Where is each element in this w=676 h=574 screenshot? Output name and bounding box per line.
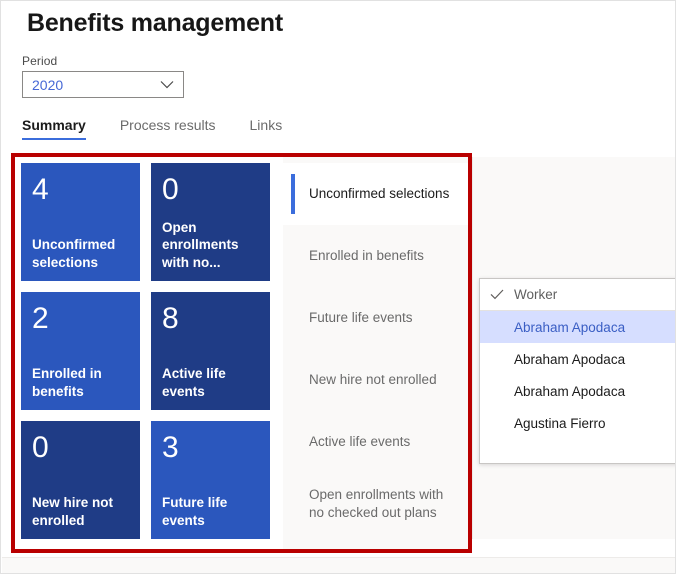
tile-label: Active life events xyxy=(162,365,259,400)
kpi-item-label: Open enrollments with no checked out pla… xyxy=(309,486,458,521)
tile-label: Open enrollments with no... xyxy=(162,219,259,271)
worker-dropdown-footer-space xyxy=(480,439,676,463)
tile-new-hire-not-enrolled[interactable]: 0 New hire not enrolled xyxy=(21,421,140,539)
tabstrip: Summary Process results Links xyxy=(22,117,299,140)
tile-count: 0 xyxy=(32,433,129,463)
tab-summary[interactable]: Summary xyxy=(22,117,103,140)
kpi-tile-grid: 4 Unconfirmed selections 0 Open enrollme… xyxy=(15,157,283,549)
kpi-item-label: Future life events xyxy=(309,309,413,327)
tile-active-life-events[interactable]: 8 Active life events xyxy=(151,292,270,410)
worker-dropdown-header[interactable]: Worker xyxy=(480,279,676,311)
application-window: Benefits management Period 2020 Summary … xyxy=(0,0,676,574)
bottom-status-strip xyxy=(2,557,676,574)
checkmark-icon xyxy=(480,289,514,300)
tile-count: 2 xyxy=(32,304,129,334)
kpi-item-label: Enrolled in benefits xyxy=(309,247,424,265)
tile-count: 4 xyxy=(32,175,129,205)
worker-option-1[interactable]: Abraham Apodaca xyxy=(480,343,676,375)
worker-option-3[interactable]: Agustina Fierro xyxy=(480,407,676,439)
tile-count: 8 xyxy=(162,304,259,334)
tile-label: Unconfirmed selections xyxy=(32,236,129,271)
tile-unconfirmed-selections[interactable]: 4 Unconfirmed selections xyxy=(21,163,140,281)
kpi-item-future-life-events[interactable]: Future life events xyxy=(283,287,468,349)
tile-label: Future life events xyxy=(162,494,259,529)
summary-content-region: 4 Unconfirmed selections 0 Open enrollme… xyxy=(15,157,468,549)
period-label: Period xyxy=(22,54,184,68)
tile-open-enrollments-no-checked-out-plans[interactable]: 0 Open enrollments with no... xyxy=(151,163,270,281)
tab-links[interactable]: Links xyxy=(233,117,300,140)
kpi-item-unconfirmed-selections[interactable]: Unconfirmed selections xyxy=(283,163,468,225)
worker-option-0[interactable]: Abraham Apodaca xyxy=(480,311,676,343)
kpi-item-active-life-events[interactable]: Active life events xyxy=(283,411,468,473)
kpi-item-open-enrollments-no-checked-out-plans[interactable]: Open enrollments with no checked out pla… xyxy=(283,473,468,535)
worker-dropdown: Worker Abraham Apodaca Abraham Apodaca A… xyxy=(479,278,676,464)
kpi-item-label: New hire not enrolled xyxy=(309,371,437,389)
tile-label: Enrolled in benefits xyxy=(32,365,129,400)
chevron-down-icon[interactable] xyxy=(160,80,174,89)
kpi-item-label: Unconfirmed selections xyxy=(309,185,449,203)
kpi-item-enrolled-in-benefits[interactable]: Enrolled in benefits xyxy=(283,225,468,287)
period-select[interactable]: 2020 xyxy=(22,71,184,98)
tile-enrolled-in-benefits[interactable]: 2 Enrolled in benefits xyxy=(21,292,140,410)
period-value: 2020 xyxy=(23,77,63,93)
selection-accent-bar xyxy=(291,174,295,214)
tile-count: 0 xyxy=(162,175,259,205)
tab-process-results[interactable]: Process results xyxy=(103,117,233,140)
kpi-item-label: Active life events xyxy=(309,433,410,451)
worker-dropdown-header-label: Worker xyxy=(514,287,557,302)
worker-option-2[interactable]: Abraham Apodaca xyxy=(480,375,676,407)
kpi-list: Unconfirmed selections Enrolled in benef… xyxy=(283,157,468,549)
page-title: Benefits management xyxy=(27,9,283,38)
kpi-item-new-hire-not-enrolled[interactable]: New hire not enrolled xyxy=(283,349,468,411)
tile-future-life-events[interactable]: 3 Future life events xyxy=(151,421,270,539)
tile-count: 3 xyxy=(162,433,259,463)
period-filter-group: Period 2020 xyxy=(22,54,184,98)
tile-label: New hire not enrolled xyxy=(32,494,129,529)
